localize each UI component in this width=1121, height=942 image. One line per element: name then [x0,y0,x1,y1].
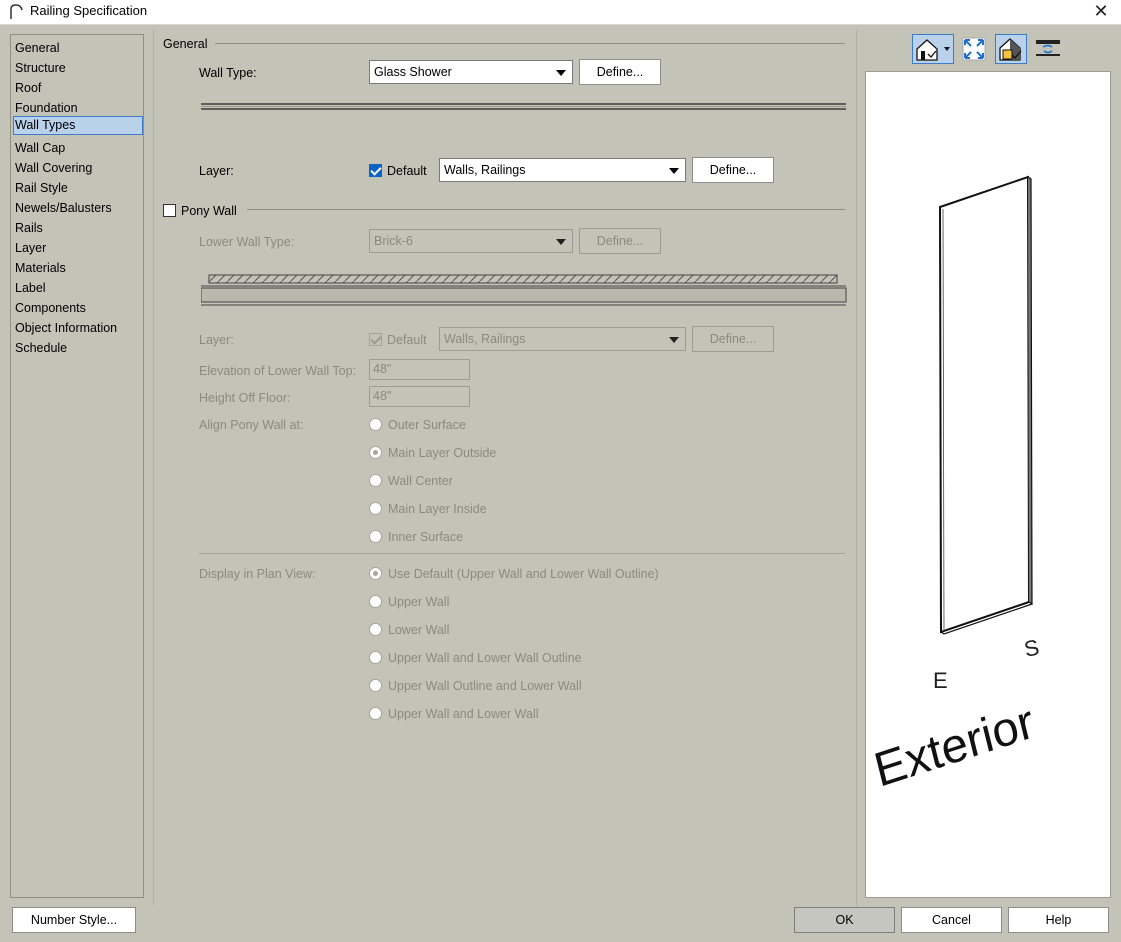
display-upper-and-lower-radio[interactable] [369,707,382,720]
pony-layer-label: Layer: [199,333,234,347]
layer-label: Layer: [199,164,234,178]
nav-item-materials[interactable]: Materials [13,259,143,278]
nav-item-wall-covering[interactable]: Wall Covering [13,159,143,178]
cancel-button[interactable]: Cancel [901,907,1002,933]
chevron-down-icon [556,239,566,245]
display-use-default-label: Use Default (Upper Wall and Lower Wall O… [388,567,659,581]
pony-layer-select[interactable]: Walls, Railings [439,327,686,351]
window-title: Railing Specification [30,3,148,18]
height-off-floor-input[interactable]: 48" [369,386,470,407]
lower-wall-define-button[interactable]: Define... [579,228,661,254]
nav-item-newels-balusters[interactable]: Newels/Balusters [13,199,143,218]
align-outer-surface-radio[interactable] [369,418,382,431]
display-lower-wall-label: Lower Wall [388,623,450,637]
pony-layer-value: Walls, Railings [444,332,526,346]
layer-select[interactable]: Walls, Railings [439,158,686,182]
nav-item-structure[interactable]: Structure [13,59,143,78]
south-compass-label: S [1022,634,1042,662]
display-upper-lower-outline-label: Upper Wall and Lower Wall Outline [388,651,582,665]
display-upper-outline-lower-radio[interactable] [369,679,382,692]
nav-item-wall-cap[interactable]: Wall Cap [13,139,143,158]
lower-wall-section-preview [201,274,847,306]
display-use-default-radio[interactable] [369,567,382,580]
elevation-label: Elevation of Lower Wall Top: [199,364,357,378]
wall-type-value: Glass Shower [374,65,452,79]
nav-item-wall-types[interactable]: Wall Types [13,116,143,135]
align-pony-wall-label: Align Pony Wall at: [199,418,304,432]
align-main-layer-outside-radio[interactable] [369,446,382,459]
nav-item-schedule[interactable]: Schedule [13,339,143,358]
lower-wall-type-select[interactable]: Brick-6 [369,229,573,253]
align-wall-center-label: Wall Center [388,474,453,488]
section-divider [247,209,845,210]
render-mode-icon[interactable] [995,34,1027,64]
pony-wall-heading: Pony Wall [181,204,237,218]
align-main-layer-inside-radio[interactable] [369,502,382,515]
glass-panel-render: E S Exterior [869,175,1042,798]
wall-type-define-button[interactable]: Define... [579,59,661,85]
layer-define-button[interactable]: Define... [692,157,774,183]
default-layer-checkbox[interactable] [369,164,382,177]
railing-app-icon [10,4,23,19]
wall-3d-preview[interactable]: E S Exterior [865,71,1111,898]
nav-item-components[interactable]: Components [13,299,143,318]
pony-layer-define-button[interactable]: Define... [692,326,774,352]
display-upper-and-lower-label: Upper Wall and Lower Wall [388,707,539,721]
align-wall-center-radio[interactable] [369,474,382,487]
align-outer-surface-label: Outer Surface [388,418,466,432]
display-upper-wall-radio[interactable] [369,595,382,608]
help-button[interactable]: Help [1008,907,1109,933]
nav-item-roof[interactable]: Roof [13,79,143,98]
fill-window-icon[interactable] [961,34,987,64]
display-lower-wall-radio[interactable] [369,623,382,636]
close-icon[interactable]: ✕ [1089,0,1113,24]
nav-item-label[interactable]: Label [13,279,143,298]
panel-divider [856,30,857,906]
exterior-label: Exterior [869,695,1039,798]
swap-icon[interactable] [1034,34,1062,64]
category-list[interactable]: General Structure Roof Foundation Wall T… [10,34,144,898]
default-layer-label: Default [387,164,427,178]
height-off-floor-label: Height Off Floor: [199,391,291,405]
nav-item-general[interactable]: General [13,39,143,58]
camera-view-icon[interactable] [912,34,954,64]
section-heading-general: General [163,37,208,51]
wall-section-preview [201,103,846,110]
wall-type-select[interactable]: Glass Shower [369,60,573,84]
align-main-layer-inside-label: Main Layer Inside [388,502,487,516]
chevron-down-icon [669,168,679,174]
display-plan-view-label: Display in Plan View: [199,567,316,581]
display-upper-outline-lower-label: Upper Wall Outline and Lower Wall [388,679,582,693]
nav-item-rails[interactable]: Rails [13,219,143,238]
chevron-down-icon [669,337,679,343]
elevation-input[interactable]: 48" [369,359,470,380]
nav-item-rail-style[interactable]: Rail Style [13,179,143,198]
nav-item-layer[interactable]: Layer [13,239,143,258]
layer-value: Walls, Railings [444,163,526,177]
pony-default-layer-label: Default [387,333,427,347]
east-compass-label: E [933,668,948,693]
align-main-layer-outside-label: Main Layer Outside [388,446,497,460]
section-divider [199,553,845,554]
title-bar: Railing Specification ✕ [0,0,1121,25]
align-inner-surface-label: Inner Surface [388,530,464,544]
ok-button[interactable]: OK [794,907,895,933]
number-style-button[interactable]: Number Style... [12,907,136,933]
nav-item-object-information[interactable]: Object Information [13,319,143,338]
wall-type-label: Wall Type: [199,66,257,80]
chevron-down-icon [556,70,566,76]
display-upper-lower-outline-radio[interactable] [369,651,382,664]
section-divider [215,43,845,44]
panel-divider [153,30,154,906]
display-upper-wall-label: Upper Wall [388,595,450,609]
pony-default-layer-checkbox[interactable] [369,333,382,346]
lower-wall-type-value: Brick-6 [374,234,413,248]
lower-wall-type-label: Lower Wall Type: [199,235,295,249]
align-inner-surface-radio[interactable] [369,530,382,543]
pony-wall-checkbox[interactable] [163,204,176,217]
